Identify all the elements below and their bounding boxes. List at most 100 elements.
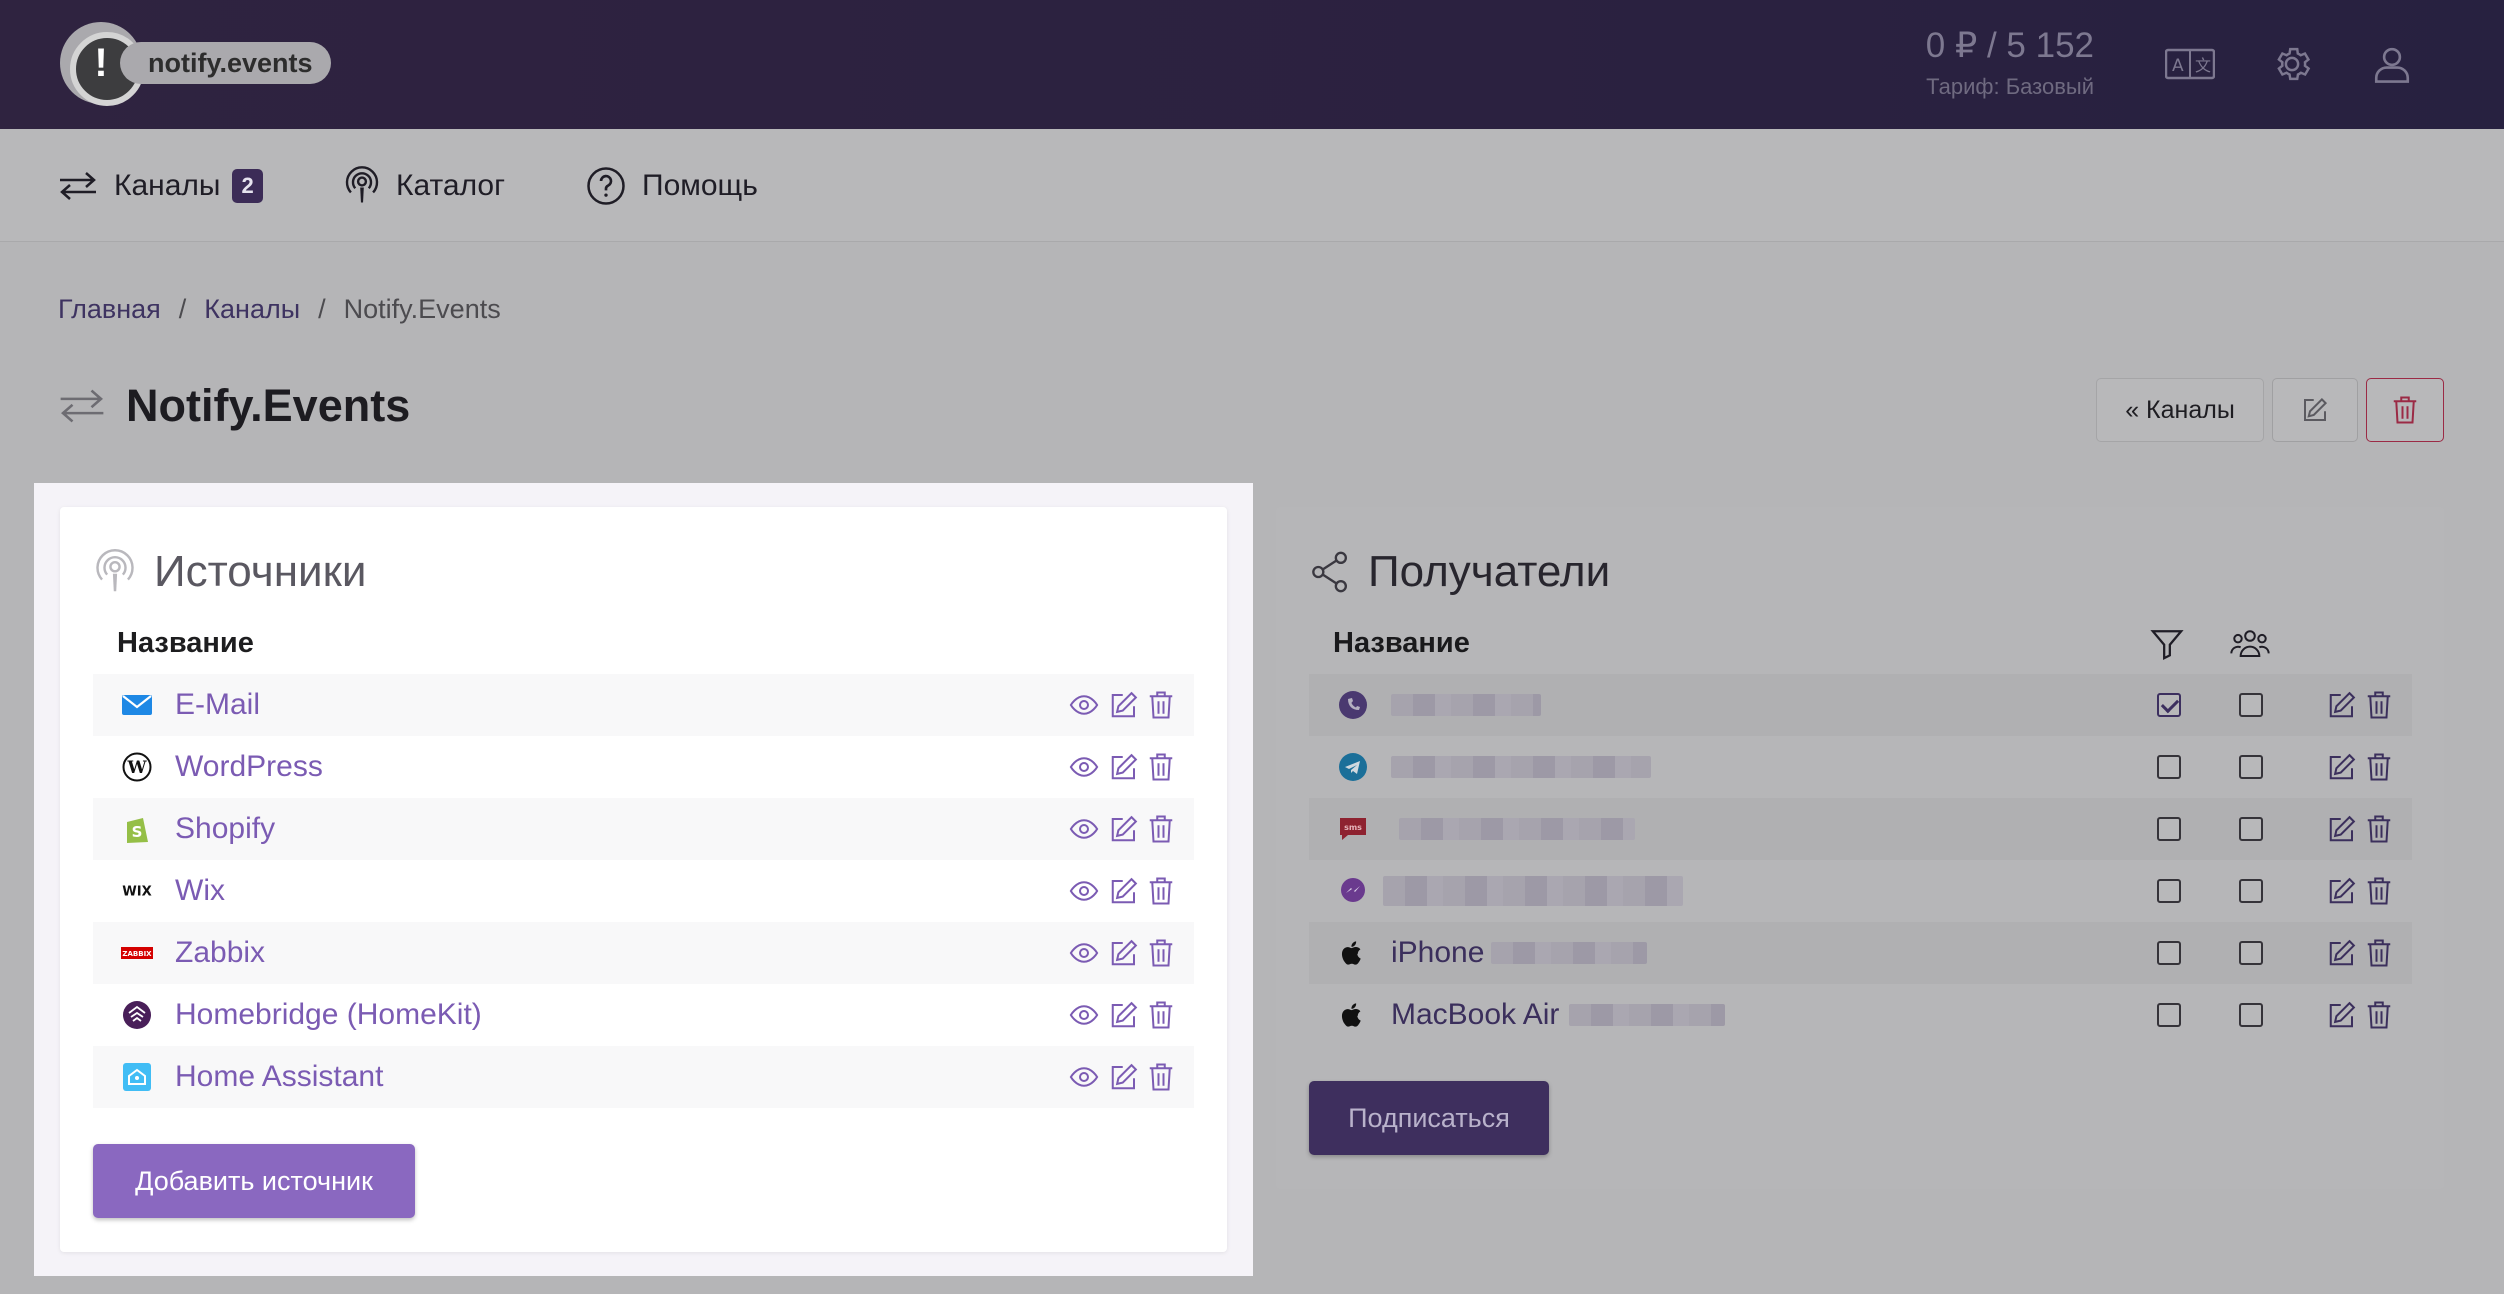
eye-icon[interactable] [1068,1000,1100,1030]
breadcrumb-current: Notify.Events [343,294,501,324]
trash-icon[interactable] [2366,876,2392,906]
filter-icon [2150,630,2184,661]
edit-icon[interactable] [2326,1000,2358,1030]
tariff-label: Тариф: Базовый [1926,74,2094,99]
transfer-icon [60,171,96,200]
edit-icon[interactable] [1108,814,1140,844]
trash-icon[interactable] [2366,690,2392,720]
edit-icon[interactable] [1108,1000,1140,1030]
group-checkbox[interactable] [2239,1003,2263,1027]
eye-icon[interactable] [1068,876,1100,906]
edit-icon[interactable] [1108,690,1140,720]
edit-icon[interactable] [1108,1062,1140,1092]
nav-help-label: Помощь [642,168,758,202]
recipient-name[interactable]: MacBook Air [1391,998,1559,1032]
user-icon[interactable] [2364,36,2420,92]
trash-icon[interactable] [1148,1062,1174,1092]
edit-icon[interactable] [1108,938,1140,968]
source-name[interactable]: Zabbix [175,936,265,970]
sms-icon: sms [1337,813,1369,845]
source-row: WIX Wix [93,860,1194,922]
trash-icon[interactable] [1148,876,1174,906]
breadcrumb-home[interactable]: Главная [58,294,161,325]
recipient-row [1309,674,2412,736]
redacted-name [1491,942,1647,964]
filter-checkbox[interactable] [2157,755,2181,779]
trash-icon[interactable] [2366,1000,2392,1030]
recipient-actions [2326,690,2392,720]
back-to-channels-button[interactable]: « Каналы [2096,378,2264,442]
recipient-actions [2326,1000,2392,1030]
source-actions [1068,814,1174,844]
trash-icon[interactable] [1148,1000,1174,1030]
source-row: Homebridge (HomeKit) [93,984,1194,1046]
edit-icon[interactable] [2326,690,2358,720]
nav-catalog[interactable]: Каталог [344,129,505,242]
podcast-icon [96,549,134,592]
source-name[interactable]: Homebridge (HomeKit) [175,998,482,1032]
channels-count-badge: 2 [232,168,263,203]
group-checkbox[interactable] [2239,879,2263,903]
breadcrumb-channels[interactable]: Каналы [204,294,300,325]
recipient-actions [2326,814,2392,844]
subscribe-button[interactable]: Подписаться [1309,1081,1549,1155]
source-name[interactable]: WordPress [175,750,323,784]
eye-icon[interactable] [1068,814,1100,844]
trash-icon[interactable] [2366,938,2392,968]
trash-icon[interactable] [1148,690,1174,720]
edit-channel-button[interactable] [2272,378,2358,442]
trash-icon[interactable] [2366,752,2392,782]
logo-text: notify.events [120,42,331,84]
filter-checkbox[interactable] [2157,693,2181,717]
eye-icon[interactable] [1068,1062,1100,1092]
recipient-actions [2326,938,2392,968]
filter-checkbox[interactable] [2157,941,2181,965]
svg-text:A: A [2172,56,2184,76]
source-actions [1068,690,1174,720]
source-name[interactable]: E-Mail [175,688,260,722]
add-source-button[interactable]: Добавить источник [93,1144,415,1218]
balance-block[interactable]: 0 ₽ / 5 152 Тариф: Базовый [1926,26,2094,100]
source-name[interactable]: Shopify [175,812,275,846]
filter-checkbox[interactable] [2157,1003,2181,1027]
edit-icon[interactable] [1108,752,1140,782]
filter-checkbox[interactable] [2157,817,2181,841]
group-checkbox[interactable] [2239,817,2263,841]
edit-icon[interactable] [2326,814,2358,844]
group-checkbox[interactable] [2239,941,2263,965]
source-actions [1068,1000,1174,1030]
delete-channel-button[interactable] [2366,378,2444,442]
recipient-name[interactable]: iPhone [1391,936,1484,970]
nav-catalog-label: Каталог [396,168,506,202]
trash-icon[interactable] [2366,814,2392,844]
nav-channels[interactable]: Каналы 2 [58,129,263,242]
trash-icon[interactable] [1148,814,1174,844]
edit-icon[interactable] [1108,876,1140,906]
gear-icon[interactable] [2264,36,2320,92]
question-circle-icon [587,166,625,205]
eye-icon[interactable] [1068,752,1100,782]
viber-icon [1337,689,1369,721]
recipient-actions [2326,876,2392,906]
source-name[interactable]: Wix [175,874,225,908]
eye-icon[interactable] [1068,938,1100,968]
sources-column-name: Название [117,627,254,659]
nav-help[interactable]: Помощь [586,129,758,242]
group-checkbox[interactable] [2239,755,2263,779]
source-name[interactable]: Home Assistant [175,1060,383,1094]
edit-icon[interactable] [2326,752,2358,782]
edit-icon[interactable] [2326,938,2358,968]
trash-icon[interactable] [1148,938,1174,968]
group-checkbox[interactable] [2239,693,2263,717]
page-title: Notify.Events [58,376,410,436]
recipient-row: MacBook Air [1309,984,2412,1046]
main-nav: Каналы 2 Каталог Помощь [0,129,2504,242]
translate-icon[interactable]: A文 [2162,36,2218,92]
edit-icon [2304,397,2328,421]
trash-icon[interactable] [1148,752,1174,782]
eye-icon[interactable] [1068,690,1100,720]
apple-icon [1337,937,1369,969]
edit-icon[interactable] [2326,876,2358,906]
redacted-name [1383,876,1683,906]
filter-checkbox[interactable] [2157,879,2181,903]
